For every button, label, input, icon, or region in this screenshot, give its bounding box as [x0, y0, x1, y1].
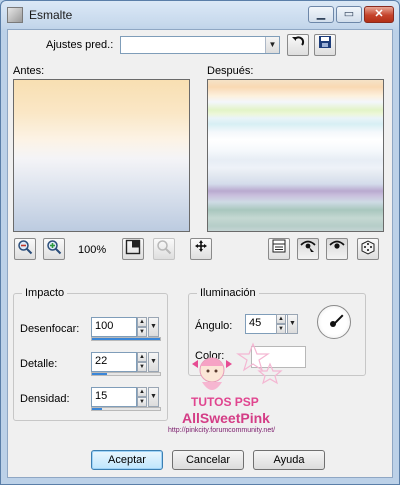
title-bar[interactable]: Esmalte ▁ ▭ ✕: [1, 1, 399, 29]
angle-dial[interactable]: [317, 305, 351, 339]
help-button[interactable]: Ayuda: [253, 450, 325, 470]
angle-dial-center: [330, 321, 336, 327]
reset-preset-button[interactable]: [287, 34, 309, 56]
maximize-button[interactable]: ▭: [336, 6, 362, 23]
resize-window-icon: [125, 239, 141, 255]
spin-down-icon[interactable]: ▼: [137, 327, 147, 337]
angle-label: Ángulo:: [195, 320, 233, 332]
watermark-url: http://pinkcity.forumcommunity.net/: [168, 427, 276, 434]
watermark-line-1: TUTOS PSP: [191, 395, 259, 409]
dialog-client-area: Ajustes pred.: ▼ Antes: Después: 100% Im…: [7, 29, 393, 478]
angle-spinner[interactable]: ▲ ▼: [276, 314, 286, 334]
save-preset-button[interactable]: [314, 34, 336, 56]
detail-label: Detalle:: [20, 358, 58, 370]
density-spinner[interactable]: ▲ ▼: [137, 387, 147, 407]
proof-toggle-button[interactable]: [297, 238, 319, 260]
density-slider[interactable]: [91, 407, 161, 411]
floppy-disk-icon: [319, 36, 331, 48]
density-slider-fill: [92, 408, 103, 410]
spin-up-icon[interactable]: ▲: [276, 314, 286, 324]
angle-menu-button[interactable]: ▼: [287, 314, 298, 334]
after-label: Después:: [207, 65, 254, 77]
magnifier-disabled-icon: [157, 240, 172, 255]
spin-down-icon[interactable]: ▼: [137, 397, 147, 407]
dialog-window: Esmalte ▁ ▭ ✕ Ajustes pred.: ▼ Antes: De…: [0, 0, 400, 485]
blur-label: Desenfocar:: [20, 323, 80, 335]
detail-slider[interactable]: [91, 372, 161, 376]
density-input[interactable]: 15: [91, 387, 137, 407]
before-label: Antes:: [13, 65, 45, 77]
minimize-button[interactable]: ▁: [308, 6, 334, 23]
before-preview[interactable]: [13, 79, 190, 232]
zoom-level: 100%: [78, 244, 107, 256]
stars-doll-graphic: [192, 342, 283, 390]
layout-list-icon: [272, 239, 286, 253]
spin-down-icon[interactable]: ▼: [137, 362, 147, 372]
blur-slider-fill: [92, 338, 160, 340]
detail-slider-fill: [92, 373, 107, 375]
blur-menu-button[interactable]: ▼: [148, 317, 159, 337]
ok-button[interactable]: Aceptar: [91, 450, 163, 470]
lighting-group-title: Iluminación: [197, 287, 259, 299]
auto-proof-button[interactable]: [326, 238, 348, 260]
presets-label: Ajustes pred.:: [46, 39, 114, 51]
window-title: Esmalte: [29, 8, 73, 22]
watermark-line-2: AllSweetPink: [182, 410, 270, 426]
randomize-button[interactable]: [357, 238, 379, 260]
blur-slider[interactable]: [91, 337, 161, 341]
toggle-layout-button[interactable]: [268, 238, 290, 260]
spin-up-icon[interactable]: ▲: [137, 387, 147, 397]
detail-input[interactable]: 22: [91, 352, 137, 372]
impact-group-title: Impacto: [22, 287, 68, 299]
blur-spinner[interactable]: ▲ ▼: [137, 317, 147, 337]
blur-input[interactable]: 100: [91, 317, 137, 337]
app-icon: [7, 7, 23, 23]
spin-up-icon[interactable]: ▲: [137, 317, 147, 327]
zoom-in-button[interactable]: [43, 238, 65, 260]
chevron-down-icon[interactable]: ▼: [265, 37, 279, 53]
undo-arrow-icon: [292, 36, 305, 46]
dice-icon: [361, 240, 375, 255]
detail-spinner[interactable]: ▲ ▼: [137, 352, 147, 372]
zoom-in-icon: [47, 240, 62, 255]
pan-button[interactable]: [190, 238, 212, 260]
move-arrows-icon: [195, 240, 207, 252]
watermark: TUTOS PSP AllSweetPink http://pinkcity.f…: [158, 340, 318, 440]
spin-down-icon[interactable]: ▼: [276, 324, 286, 334]
close-button[interactable]: ✕: [364, 6, 394, 23]
zoom-out-button[interactable]: [14, 238, 36, 260]
eye-pointer-icon: [300, 240, 316, 252]
density-label: Densidad:: [20, 393, 70, 405]
spin-up-icon[interactable]: ▲: [137, 352, 147, 362]
navigate-button[interactable]: [153, 238, 175, 260]
zoom-out-icon: [18, 240, 33, 255]
after-preview[interactable]: [207, 79, 384, 232]
presets-dropdown[interactable]: ▼: [120, 36, 280, 54]
eye-icon: [329, 240, 345, 249]
fit-preview-button[interactable]: [122, 238, 144, 260]
cancel-button[interactable]: Cancelar: [172, 450, 244, 470]
